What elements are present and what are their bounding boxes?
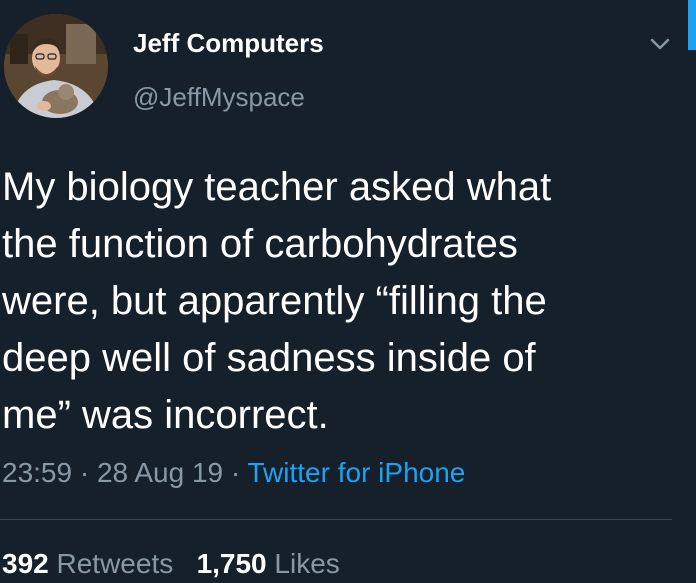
chevron-down-icon[interactable] [648, 34, 672, 54]
avatar-photo [4, 14, 108, 118]
meta-separator: · [230, 457, 241, 488]
meta-separator: · [79, 457, 90, 488]
tweet-text-line: deep well of sadness inside of [2, 336, 536, 380]
avatar[interactable] [4, 14, 108, 118]
tweet-meta: 23:59 · 28 Aug 19 · Twitter for iPhone [2, 457, 465, 489]
tweet-text: My biology teacher asked what the functi… [2, 159, 682, 444]
likes-stat[interactable]: 1,750 Likes [197, 548, 340, 579]
author-name[interactable]: Jeff Computers [133, 28, 324, 59]
retweets-label: Retweets [56, 548, 174, 579]
tweet-date[interactable]: 28 Aug 19 [97, 457, 223, 488]
tweet-text-line: me” was incorrect. [2, 393, 329, 437]
tweet-source-link[interactable]: Twitter for iPhone [247, 457, 465, 488]
tweet-text-line: My biology teacher asked what [2, 165, 552, 209]
retweets-stat[interactable]: 392 Retweets [2, 548, 173, 579]
likes-count: 1,750 [196, 548, 267, 579]
tweet-time[interactable]: 23:59 [2, 457, 72, 488]
tweet-text-line: were, but apparently “filling the [2, 279, 547, 323]
tweet-text-line: the function of carbohydrates [2, 222, 518, 266]
divider [0, 519, 672, 520]
retweets-count: 392 [2, 548, 49, 579]
scrollbar-edge [688, 0, 696, 50]
tweet-card: Jeff Computers @JeffMyspace My biology t… [0, 0, 696, 583]
author-handle[interactable]: @JeffMyspace [133, 82, 305, 113]
likes-label: Likes [274, 548, 340, 579]
tweet-stats: 392 Retweets 1,750 Likes [2, 548, 340, 580]
